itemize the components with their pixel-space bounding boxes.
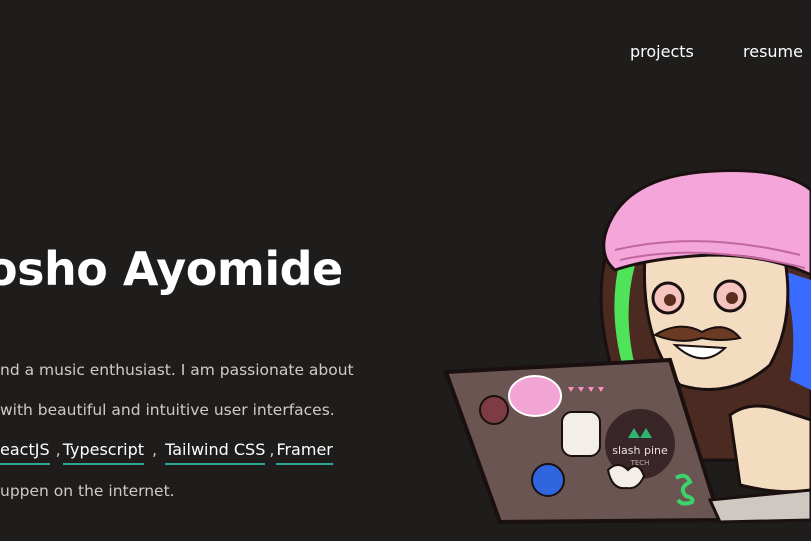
skill-link-framer[interactable]: Framer bbox=[276, 439, 333, 465]
hand-shape bbox=[728, 404, 811, 494]
strawberry-sticker bbox=[479, 395, 509, 425]
nav-link-resume[interactable]: resume bbox=[743, 42, 803, 62]
left-pupil bbox=[664, 294, 676, 306]
skill-link-typescript[interactable]: Typescript bbox=[62, 439, 145, 465]
skill-separator: , bbox=[55, 440, 61, 459]
flower-sticker bbox=[606, 464, 646, 490]
right-pupil bbox=[726, 292, 738, 304]
skill-link-tailwind[interactable]: Tailwind CSS bbox=[165, 439, 266, 465]
page-title: osho Ayomide bbox=[0, 242, 343, 296]
skill-separator: , bbox=[269, 440, 275, 459]
intro-line-2: with beautiful and intuitive user interf… bbox=[0, 401, 335, 419]
skills-list: eactJS, Typescript, Tailwind CSS, Framer bbox=[0, 439, 333, 465]
blue-badge-sticker bbox=[531, 463, 565, 497]
intro-line-4: uppen on the internet. bbox=[0, 482, 175, 500]
skill-separator: , bbox=[152, 440, 158, 459]
avatar-illustration: slash pine TECH bbox=[443, 169, 811, 525]
laptop-base bbox=[707, 488, 811, 524]
sticker-label: slash pine bbox=[612, 444, 668, 457]
nav-link-projects[interactable]: projects bbox=[630, 42, 694, 62]
intro-line-1: nd a music enthusiast. I am passionate a… bbox=[0, 361, 354, 379]
moustache-shape bbox=[652, 325, 742, 342]
character-sticker bbox=[561, 411, 601, 457]
skill-link-reactjs[interactable]: eactJS bbox=[0, 439, 50, 465]
top-nav: projects resume bbox=[0, 42, 811, 64]
plant-bowl-sticker bbox=[508, 375, 562, 417]
